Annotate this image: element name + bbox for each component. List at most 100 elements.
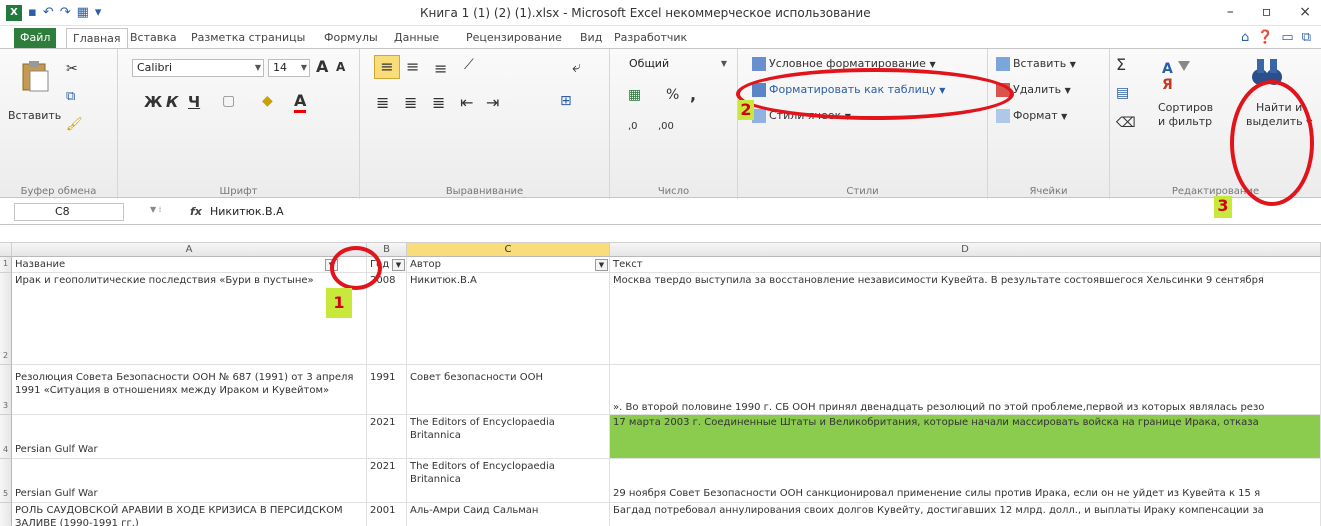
row-header[interactable]: 4 xyxy=(0,415,12,459)
font-color-button[interactable]: A xyxy=(294,91,307,113)
tab-page-layout[interactable]: Разметка страницы xyxy=(185,28,311,48)
increase-decimal-button[interactable]: ,0 xyxy=(628,121,638,132)
table-cell[interactable]: ». Во второй половине 1990 г. СБ ООН при… xyxy=(610,365,1321,415)
bold-button[interactable]: Ж xyxy=(144,93,162,111)
filter-dropdown-icon[interactable]: ▼ xyxy=(392,259,405,271)
align-top-icon[interactable]: ≡ xyxy=(374,55,400,79)
table-cell[interactable]: 2021 xyxy=(367,415,407,459)
tab-review[interactable]: Рецензирование xyxy=(460,28,568,48)
decrease-indent-icon[interactable]: ⇤ xyxy=(460,93,473,112)
table-cell[interactable]: Аль-Амри Саид Сальман xyxy=(407,503,610,526)
ribbon-help-icons: ⌂ ❓ ▭ ⧉ xyxy=(1241,30,1311,45)
table-cell[interactable]: 29 ноября Совет Безопасности ООН санкцио… xyxy=(610,459,1321,503)
align-center-icon[interactable]: ≣ xyxy=(404,93,417,112)
align-left-icon[interactable]: ≣ xyxy=(376,93,389,112)
paste-button[interactable]: Вставить xyxy=(8,109,61,122)
grow-font-button[interactable]: A xyxy=(316,57,328,76)
table-cell[interactable]: Persian Gulf War xyxy=(12,459,367,503)
table-cell[interactable]: Багдад потребовал аннулирования своих до… xyxy=(610,503,1321,526)
header-cell-author[interactable]: Автор xyxy=(407,257,610,273)
copy-icon[interactable]: ⧉ xyxy=(66,89,75,104)
comma-button[interactable]: , xyxy=(690,85,696,104)
customize-qat-icon[interactable]: ▾ xyxy=(95,4,102,22)
currency-icon[interactable]: ▦ xyxy=(628,87,641,103)
column-header-a[interactable]: A xyxy=(12,243,367,257)
format-painter-icon[interactable]: 🖌 xyxy=(66,117,83,132)
wrap-text-icon[interactable]: ⤶ xyxy=(572,57,581,77)
table-cell[interactable]: РОЛЬ САУДОВСКОЙ АРАВИИ В ХОДЕ КРИЗИСА В … xyxy=(12,503,367,526)
tab-data[interactable]: Данные xyxy=(388,28,445,48)
fill-icon[interactable]: ▤ xyxy=(1116,85,1129,101)
paste-icon[interactable] xyxy=(18,59,52,93)
sort-filter-icon[interactable]: A Я xyxy=(1158,57,1192,91)
select-all-corner[interactable] xyxy=(0,243,12,257)
align-bottom-icon[interactable]: ≡ xyxy=(434,59,447,78)
row-header[interactable]: 5 xyxy=(0,459,12,503)
table-cell[interactable]: Ирак и геополитические последствия «Бури… xyxy=(12,273,367,365)
tab-view[interactable]: Вид xyxy=(574,28,608,48)
tab-home[interactable]: Главная xyxy=(66,28,128,48)
tab-formulas[interactable]: Формулы xyxy=(318,28,384,48)
table-cell[interactable]: 2001 xyxy=(367,503,407,526)
italic-button[interactable]: К xyxy=(166,93,178,111)
minimize-window-icon[interactable]: ▭ xyxy=(1281,30,1293,45)
undo-icon[interactable]: ↶ xyxy=(43,4,54,22)
borders-icon[interactable]: ▢ xyxy=(222,93,235,109)
minimize-button[interactable]: – xyxy=(1227,4,1234,20)
align-middle-icon[interactable]: ≡ xyxy=(406,57,419,76)
restore-button[interactable]: ▫ xyxy=(1262,4,1272,20)
table-cell[interactable]: Совет безопасности ООН xyxy=(407,365,610,415)
name-box[interactable]: C8 xyxy=(14,203,124,221)
save-icon[interactable]: ▪ xyxy=(28,4,37,22)
header-cell-title[interactable]: Название xyxy=(12,257,367,273)
redo-icon[interactable]: ↷ xyxy=(60,4,71,22)
insert-function-icon[interactable]: fx xyxy=(190,205,202,218)
font-size-combo[interactable]: 14 ▼ xyxy=(268,59,310,77)
table-cell[interactable]: 2021 xyxy=(367,459,407,503)
row-header[interactable]: 2 xyxy=(0,273,12,365)
restore-window-icon[interactable]: ⧉ xyxy=(1302,30,1311,45)
increase-indent-icon[interactable]: ⇥ xyxy=(486,93,499,112)
insert-cells-button[interactable]: Вставить ▼ xyxy=(996,57,1076,71)
merge-center-icon[interactable]: ⊞ xyxy=(560,93,572,109)
tab-developer[interactable]: Разработчик xyxy=(608,28,693,48)
name-box-dropdown-icon[interactable]: ▼ ⁞ xyxy=(150,205,161,214)
close-button[interactable]: × xyxy=(1299,4,1311,20)
table-cell[interactable]: Москва твердо выступила за восстановлени… xyxy=(610,273,1321,365)
table-cell[interactable]: Никитюк.В.А xyxy=(407,273,610,365)
row-header[interactable]: 3 xyxy=(0,365,12,415)
align-right-icon[interactable]: ≣ xyxy=(432,93,445,112)
table-cell[interactable]: Persian Gulf War xyxy=(12,415,367,459)
table-cell[interactable]: The Editors of Encyclopaedia Britannica xyxy=(407,459,610,503)
collapse-ribbon-icon[interactable]: ⌂ xyxy=(1241,30,1249,45)
fill-color-icon[interactable]: ◆ xyxy=(262,93,273,109)
filter-dropdown-icon[interactable]: ▼ xyxy=(595,259,608,271)
format-cells-button[interactable]: Формат ▼ xyxy=(996,109,1067,123)
table-cell[interactable]: Резолюция Совета Безопасности ООН № 687 … xyxy=(12,365,367,415)
font-name-combo[interactable]: Calibri ▼ xyxy=(132,59,264,77)
row-header[interactable]: 1 xyxy=(0,257,12,273)
shrink-font-button[interactable]: A xyxy=(336,60,345,74)
header-cell-text[interactable]: Текст xyxy=(610,257,1321,273)
table-cell[interactable]: 1991 xyxy=(367,365,407,415)
column-header-d[interactable]: D xyxy=(610,243,1321,257)
tab-file[interactable]: Файл xyxy=(14,28,56,48)
percent-button[interactable]: % xyxy=(666,87,679,103)
orientation-icon[interactable]: ⟋ xyxy=(464,57,474,73)
formula-input[interactable]: Никитюк.В.А xyxy=(210,205,284,218)
number-format-combo[interactable]: Общий ▼ xyxy=(624,55,730,73)
tab-insert[interactable]: Вставка xyxy=(124,28,183,48)
table-cell[interactable]: 17 марта 2003 г. Соединенные Штаты и Вел… xyxy=(610,415,1321,459)
table-cell[interactable]: 2008 xyxy=(367,273,407,365)
cut-icon[interactable]: ✂ xyxy=(66,61,78,77)
clear-icon[interactable]: ⌫ xyxy=(1116,115,1136,131)
table-cell[interactable]: The Editors of Encyclopaedia Britannica xyxy=(407,415,610,459)
autosum-button[interactable]: Σ xyxy=(1116,55,1126,74)
sort-filter-button[interactable]: Сортиров и фильтр xyxy=(1158,101,1213,129)
help-icon[interactable]: ❓ xyxy=(1257,30,1273,45)
decrease-decimal-button[interactable]: ,00 xyxy=(658,121,674,132)
table-icon[interactable]: ▦ xyxy=(77,4,89,22)
row-header[interactable] xyxy=(0,503,12,526)
column-header-c[interactable]: C xyxy=(407,243,610,257)
underline-button[interactable]: Ч xyxy=(188,93,200,111)
